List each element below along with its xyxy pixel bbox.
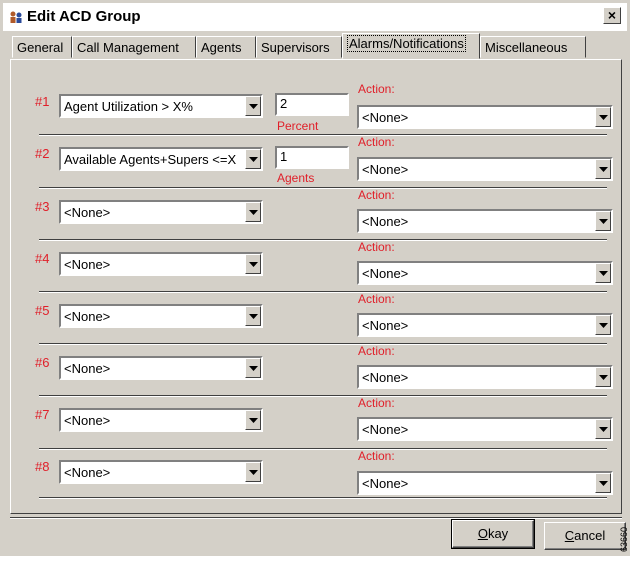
row-separator xyxy=(39,448,607,450)
condition-select[interactable]: <None> xyxy=(59,252,263,276)
chevron-down-icon xyxy=(599,219,608,224)
button-area-separator xyxy=(10,517,622,519)
chevron-down-icon xyxy=(599,271,608,276)
action-select[interactable]: <None> xyxy=(357,313,613,337)
edit-acd-group-dialog: Edit ACD Group × General Call Management… xyxy=(0,0,630,556)
threshold-input[interactable]: 1 xyxy=(275,146,349,169)
alarms-panel: #1 Agent Utilization > X% 2 Percent Acti… xyxy=(10,59,622,514)
dropdown-button[interactable] xyxy=(595,263,611,283)
chevron-down-icon xyxy=(249,418,258,423)
alarm-number: #7 xyxy=(35,407,50,422)
row-separator xyxy=(39,291,607,293)
chevron-down-icon xyxy=(249,157,258,162)
chevron-down-icon xyxy=(249,366,258,371)
chevron-down-icon xyxy=(249,210,258,215)
action-select[interactable]: <None> xyxy=(357,261,613,285)
condition-select[interactable]: <None> xyxy=(59,408,263,432)
acd-group-icon xyxy=(8,10,24,24)
alarm-number: #8 xyxy=(35,459,50,474)
chevron-down-icon xyxy=(249,470,258,475)
action-label: Action: xyxy=(358,188,395,202)
chevron-down-icon xyxy=(599,481,608,486)
alarm-number: #2 xyxy=(35,146,50,161)
dropdown-button[interactable] xyxy=(595,367,611,387)
cancel-button[interactable]: Cancel xyxy=(544,522,626,550)
tab-alarms-notifications[interactable]: Alarms/Notifications xyxy=(342,33,480,59)
condition-select[interactable]: <None> xyxy=(59,460,263,484)
action-select[interactable]: <None> xyxy=(357,417,613,441)
tab-agents[interactable]: Agents xyxy=(196,36,256,58)
chevron-down-icon xyxy=(249,104,258,109)
dropdown-button[interactable] xyxy=(245,358,261,378)
window-title: Edit ACD Group xyxy=(27,8,141,25)
dropdown-button[interactable] xyxy=(245,410,261,430)
chevron-down-icon xyxy=(249,314,258,319)
unit-label: Agents xyxy=(277,171,315,185)
row-separator xyxy=(39,239,607,241)
action-label: Action: xyxy=(358,344,395,358)
close-icon: × xyxy=(607,7,617,23)
alarm-number: #3 xyxy=(35,199,50,214)
dropdown-button[interactable] xyxy=(595,211,611,231)
dropdown-button[interactable] xyxy=(595,107,611,127)
figure-number: 63660 xyxy=(619,526,629,552)
action-label: Action: xyxy=(358,396,395,410)
chevron-down-icon xyxy=(599,323,608,328)
action-select[interactable]: <None> xyxy=(357,365,613,389)
chevron-down-icon xyxy=(599,427,608,432)
alarm-number: #1 xyxy=(35,94,50,109)
dropdown-button[interactable] xyxy=(245,149,261,169)
action-select[interactable]: <None> xyxy=(357,209,613,233)
action-label: Action: xyxy=(358,240,395,254)
row-separator xyxy=(39,497,607,499)
condition-select[interactable]: Available Agents+Supers <=X xyxy=(59,147,263,171)
tab-general[interactable]: General xyxy=(12,36,72,58)
row-separator xyxy=(39,343,607,345)
condition-select[interactable]: <None> xyxy=(59,356,263,380)
dropdown-button[interactable] xyxy=(595,419,611,439)
alarm-number: #5 xyxy=(35,303,50,318)
alarm-number: #4 xyxy=(35,251,50,266)
tab-supervisors[interactable]: Supervisors xyxy=(256,36,342,58)
chevron-down-icon xyxy=(249,262,258,267)
action-select[interactable]: <None> xyxy=(357,157,613,181)
dropdown-button[interactable] xyxy=(595,315,611,335)
condition-select[interactable]: <None> xyxy=(59,200,263,224)
action-label: Action: xyxy=(358,82,395,96)
dropdown-button[interactable] xyxy=(245,462,261,482)
chevron-down-icon xyxy=(599,167,608,172)
condition-select[interactable]: <None> xyxy=(59,304,263,328)
dropdown-button[interactable] xyxy=(245,306,261,326)
action-select[interactable]: <None> xyxy=(357,471,613,495)
row-separator xyxy=(39,134,607,136)
condition-select[interactable]: Agent Utilization > X% xyxy=(59,94,263,118)
tab-call-management[interactable]: Call Management xyxy=(72,36,196,58)
tab-miscellaneous[interactable]: Miscellaneous xyxy=(480,36,586,58)
okay-button[interactable]: Okay xyxy=(451,519,535,549)
action-label: Action: xyxy=(358,449,395,463)
action-label: Action: xyxy=(358,292,395,306)
dropdown-button[interactable] xyxy=(245,202,261,222)
close-button[interactable]: × xyxy=(603,7,621,24)
chevron-down-icon xyxy=(599,375,608,380)
chevron-down-icon xyxy=(599,115,608,120)
row-separator xyxy=(39,187,607,189)
dropdown-button[interactable] xyxy=(245,254,261,274)
action-label: Action: xyxy=(358,135,395,149)
action-select[interactable]: <None> xyxy=(357,105,613,129)
alarm-number: #6 xyxy=(35,355,50,370)
unit-label: Percent xyxy=(277,119,319,133)
dropdown-button[interactable] xyxy=(245,96,261,116)
row-separator xyxy=(39,395,607,397)
dropdown-button[interactable] xyxy=(595,473,611,493)
dropdown-button[interactable] xyxy=(595,159,611,179)
threshold-input[interactable]: 2 xyxy=(275,93,349,116)
title-bar[interactable]: Edit ACD Group × xyxy=(3,3,627,31)
